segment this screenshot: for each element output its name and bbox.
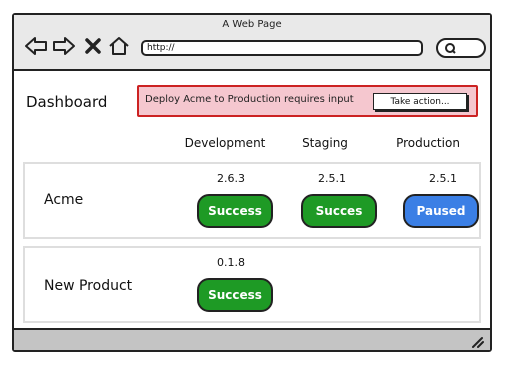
version-label: 2.5.1 [318, 172, 346, 185]
browser-window: A Web Page http:// Dashboard Deploy Acme… [12, 13, 492, 352]
resize-handle-icon[interactable] [470, 334, 484, 348]
take-action-button[interactable]: Take action... [373, 93, 467, 110]
version-label: 0.1.8 [217, 256, 245, 269]
window-title: A Web Page [222, 19, 282, 30]
row-name: New Product [44, 278, 133, 294]
alert-banner: Deploy Acme to Production requires input… [137, 85, 478, 117]
column-header-staging: Staging [302, 136, 348, 150]
url-text: http:// [147, 43, 175, 53]
pipeline-row-acme: Acme 2.6.3 Success 2.5.1 Succes 2.5.1 Pa… [23, 162, 481, 239]
search-icon [445, 43, 456, 54]
close-icon[interactable] [84, 35, 102, 57]
status-button-paused[interactable]: Paused [403, 194, 479, 228]
home-icon[interactable] [108, 35, 130, 57]
browser-titlebar: A Web Page http:// [14, 15, 490, 71]
back-arrow-icon[interactable] [24, 35, 48, 57]
row-name: Acme [44, 192, 84, 208]
version-label: 2.6.3 [217, 172, 245, 185]
page-content: Dashboard Deploy Acme to Production requ… [14, 71, 490, 328]
browser-statusbar [14, 328, 490, 350]
status-button-success[interactable]: Success [197, 278, 273, 312]
version-label: 2.5.1 [429, 172, 457, 185]
alert-message: Deploy Acme to Production requires input [145, 94, 354, 105]
status-button-success[interactable]: Success [197, 194, 273, 228]
status-button-success[interactable]: Succes [301, 194, 377, 228]
column-header-development: Development [184, 136, 266, 150]
column-header-production: Production [396, 136, 460, 150]
page-title: Dashboard [26, 93, 108, 111]
url-bar[interactable]: http:// [141, 40, 423, 56]
forward-arrow-icon[interactable] [52, 35, 76, 57]
pipeline-row-new-product: New Product 0.1.8 Success [23, 246, 481, 323]
search-button[interactable] [436, 38, 486, 58]
